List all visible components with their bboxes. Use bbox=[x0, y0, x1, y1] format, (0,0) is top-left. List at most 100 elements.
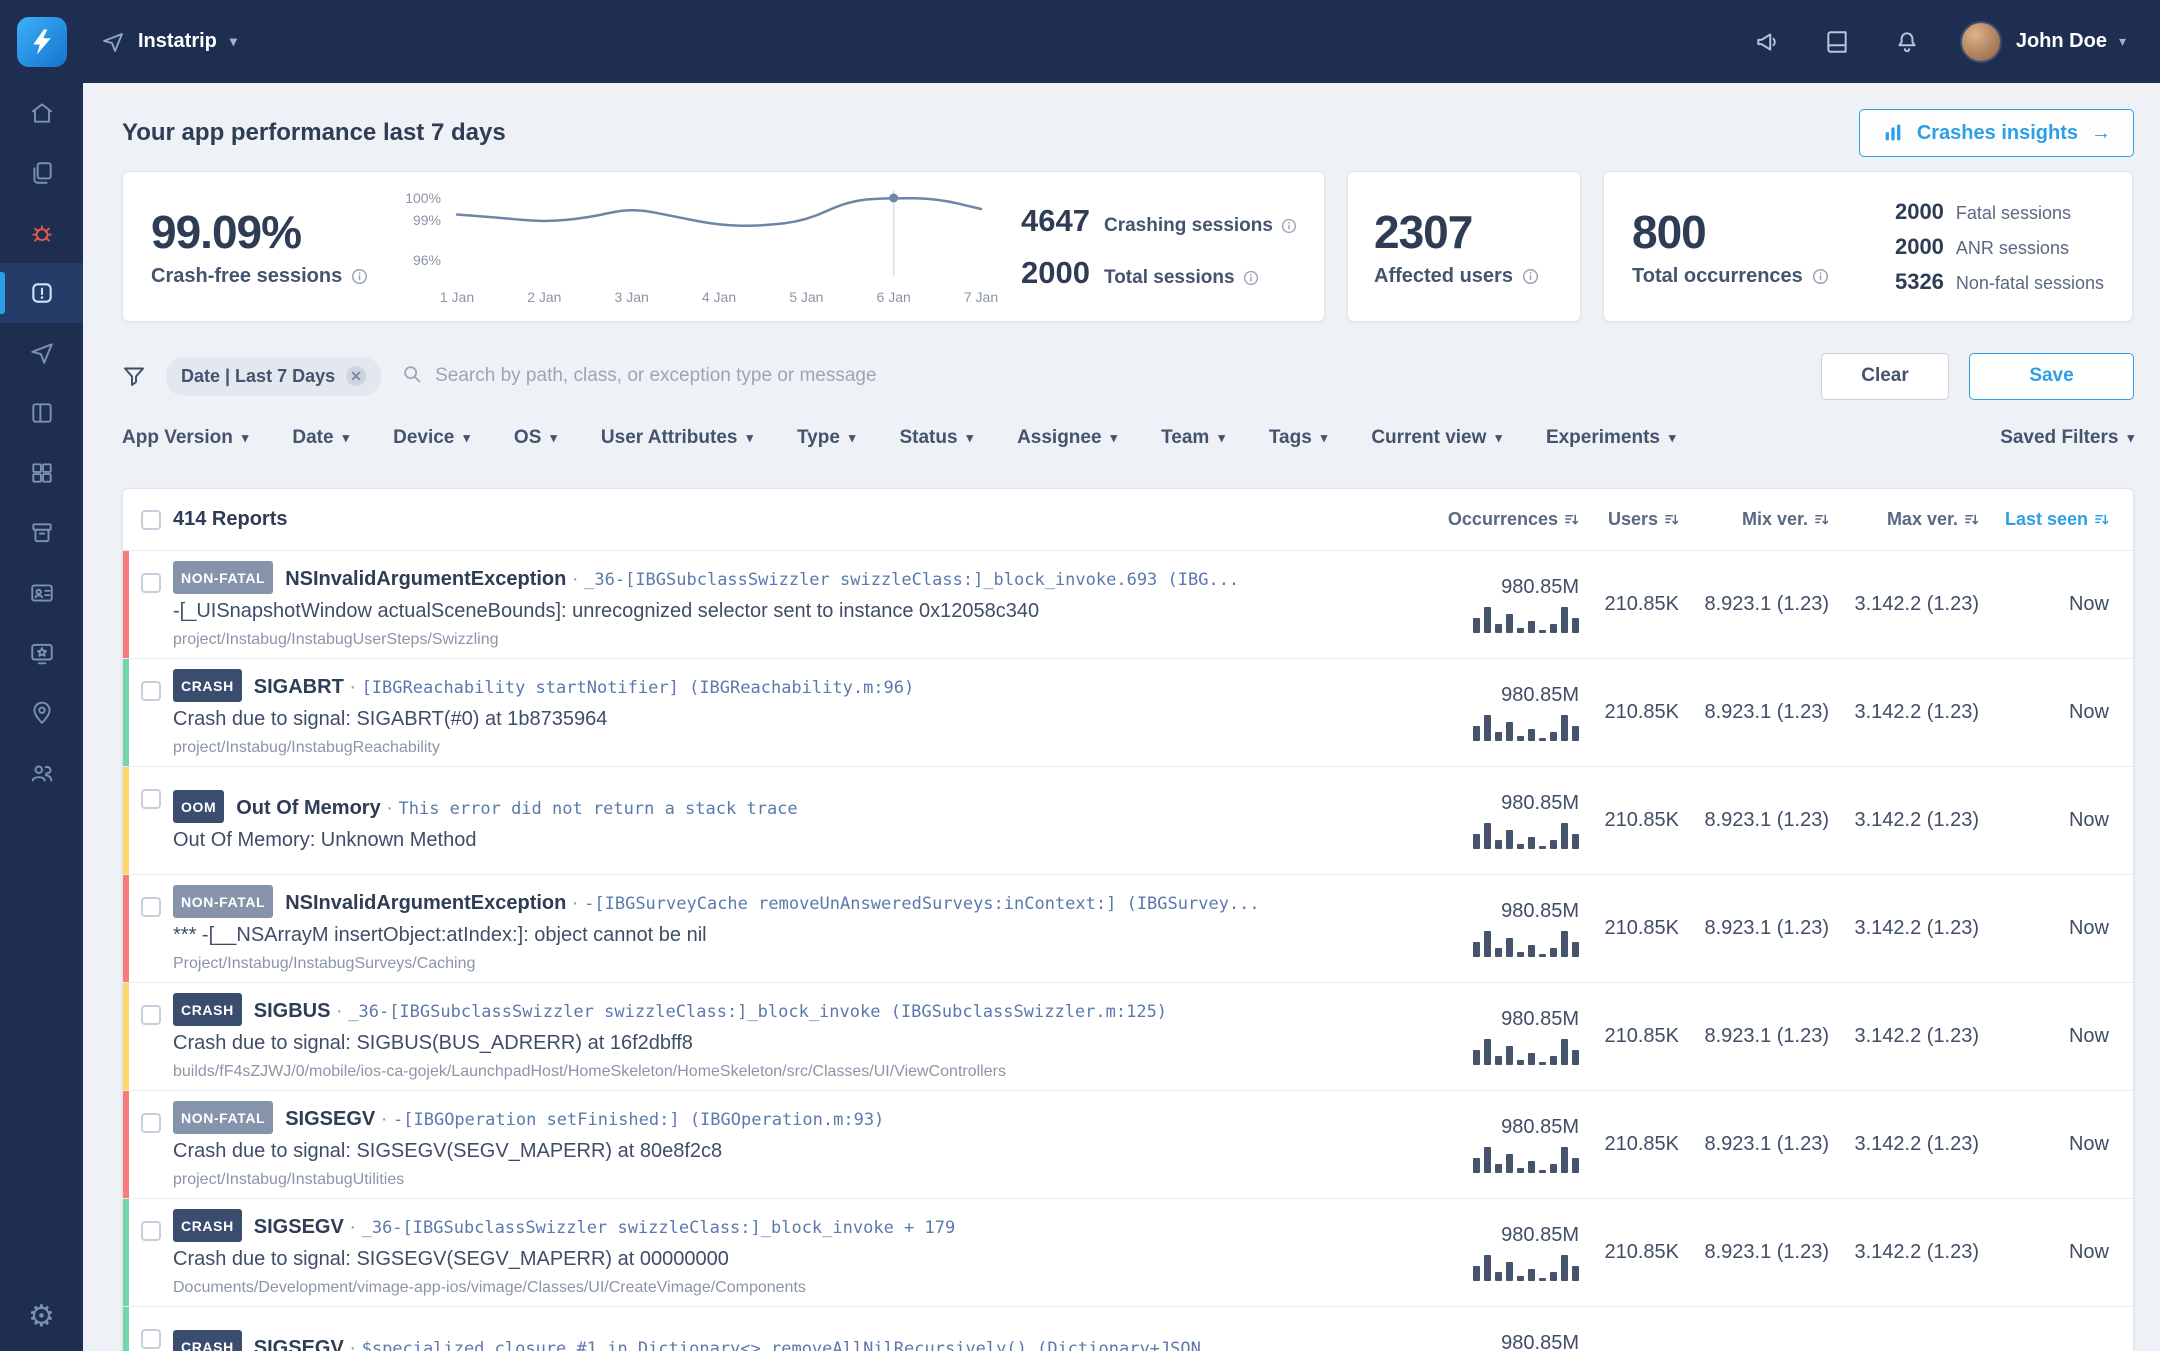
occurrences-value: 980.85M bbox=[1501, 1224, 1579, 1246]
column-header-max-ver[interactable]: Max ver. bbox=[1829, 509, 1979, 530]
saved-filters-dropdown[interactable]: Saved Filters ▾ bbox=[2000, 427, 2134, 449]
save-button[interactable]: Save bbox=[1969, 352, 2134, 400]
report-title: SIGBUS bbox=[253, 999, 331, 1022]
filter-dropdown[interactable]: Device ▾ bbox=[393, 427, 470, 449]
sidebar-item-settings[interactable]: ⚙ bbox=[0, 1287, 83, 1347]
row-checkbox[interactable] bbox=[141, 789, 161, 809]
search-input[interactable] bbox=[435, 365, 1801, 387]
row-checkbox[interactable] bbox=[141, 681, 161, 701]
info-icon[interactable] bbox=[1281, 218, 1297, 234]
filter-dropdown[interactable]: Team ▾ bbox=[1161, 427, 1225, 449]
table-row[interactable]: NON-FATAL NSInvalidArgumentException · _3… bbox=[123, 550, 2133, 658]
filter-dropdown[interactable]: User Attributes ▾ bbox=[601, 427, 753, 449]
filter-funnel-icon[interactable] bbox=[122, 364, 146, 388]
column-header-users[interactable]: Users bbox=[1579, 509, 1679, 530]
filter-dropdown[interactable]: Date ▾ bbox=[292, 427, 349, 449]
occurrences-cell: 980.85M bbox=[1409, 684, 1579, 741]
column-header-last-seen[interactable]: Last seen bbox=[1979, 509, 2109, 530]
table-row[interactable]: NON-FATAL SIGSEGV · -[IBGOperation setFin… bbox=[123, 1090, 2133, 1198]
info-icon[interactable] bbox=[1243, 270, 1259, 286]
sidebar-item-users[interactable] bbox=[0, 563, 83, 623]
row-checkbox[interactable] bbox=[141, 1221, 161, 1241]
row-checkbox[interactable] bbox=[141, 1005, 161, 1025]
sidebar-item-home[interactable] bbox=[0, 83, 83, 143]
report-location: -[IBGOperation setFinished:] (IBGOperati… bbox=[393, 1109, 885, 1130]
info-icon[interactable] bbox=[1522, 268, 1539, 285]
report-title: Out Of Memory bbox=[236, 796, 381, 819]
severity-stripe bbox=[123, 1091, 129, 1198]
filter-dropdown[interactable]: Type ▾ bbox=[797, 427, 855, 449]
screen-star-icon bbox=[30, 643, 53, 665]
occurrences-value: 980.85M bbox=[1501, 900, 1579, 922]
table-row[interactable]: CRASH SIGABRT · [IBGReachability startNot… bbox=[123, 658, 2133, 766]
row-checkbox[interactable] bbox=[141, 573, 161, 593]
report-title: SIGSEGV bbox=[253, 1336, 344, 1351]
row-checkbox[interactable] bbox=[141, 897, 161, 917]
crash-alert-icon bbox=[31, 283, 52, 303]
column-header-occurrences[interactable]: Occurrences bbox=[1409, 509, 1579, 530]
report-summary: CRASH SIGSEGV · _36-[IBGSubclassSwizzler … bbox=[173, 1208, 1409, 1297]
chevron-down-icon: ▾ bbox=[1110, 430, 1118, 445]
severity-stripe bbox=[123, 767, 129, 874]
sidebar-item-surveys[interactable] bbox=[0, 323, 83, 383]
sidebar-item-integrations[interactable] bbox=[0, 443, 83, 503]
sort-icon bbox=[1815, 514, 1829, 525]
table-row[interactable]: NON-FATAL NSInvalidArgumentException · -[… bbox=[123, 874, 2133, 982]
last-seen-value: Now bbox=[2068, 809, 2109, 831]
occurrences-sparkline bbox=[1473, 1039, 1579, 1065]
column-header-mix-ver[interactable]: Mix ver. bbox=[1679, 509, 1829, 530]
filter-dropdown[interactable]: Tags ▾ bbox=[1269, 427, 1327, 449]
report-title: NSInvalidArgumentException bbox=[285, 567, 567, 590]
announcements-icon[interactable] bbox=[1754, 29, 1780, 55]
crashes-insights-button[interactable]: Crashes insights → bbox=[1858, 109, 2134, 157]
report-location: $specialized closure #1 in Dictionary<>.… bbox=[361, 1338, 1242, 1351]
report-path: builds/fF4sZJWJ/0/mobile/ios-ca-gojek/La… bbox=[173, 1062, 1006, 1080]
fatal-sessions-value: 2000 bbox=[1894, 198, 1944, 224]
sidebar-item-bug-reporting[interactable] bbox=[0, 203, 83, 263]
occurrences-sparkline bbox=[1473, 1147, 1579, 1173]
filter-dropdown[interactable]: App Version ▾ bbox=[122, 427, 248, 449]
table-row[interactable]: OOM Out Of Memory · This error did not re… bbox=[123, 766, 2133, 874]
crash-free-metric: 99.09% Crash-free sessions bbox=[151, 205, 381, 288]
filter-dropdown[interactable]: Experiments ▾ bbox=[1546, 427, 1676, 449]
dot-separator: · bbox=[375, 1107, 394, 1130]
row-checkbox[interactable] bbox=[141, 1113, 161, 1133]
close-icon[interactable]: ✕ bbox=[346, 366, 367, 386]
filter-dropdown[interactable]: Current view ▾ bbox=[1371, 427, 1502, 449]
app-switcher[interactable]: Instatrip ▾ bbox=[101, 30, 237, 54]
user-menu[interactable]: John Doe ▾ bbox=[1959, 20, 2126, 63]
sidebar-item-sessions[interactable] bbox=[0, 623, 83, 683]
notifications-bell-icon[interactable] bbox=[1894, 29, 1920, 55]
filter-dropdown[interactable]: Status ▾ bbox=[899, 427, 973, 449]
row-checkbox[interactable] bbox=[141, 1329, 161, 1349]
users-value: 210.85K bbox=[1604, 701, 1679, 723]
sidebar-item-team[interactable] bbox=[0, 743, 83, 803]
brand-logo[interactable] bbox=[17, 16, 67, 67]
report-location: -[IBGSurveyCache removeUnAnsweredSurveys… bbox=[584, 893, 1260, 914]
sidebar-item-reports[interactable] bbox=[0, 143, 83, 203]
crashing-sessions-metric: 4647 Crashing sessions bbox=[1018, 203, 1298, 239]
severity-badge: CRASH bbox=[173, 992, 242, 1026]
date-filter-chip[interactable]: Date | Last 7 Days ✕ bbox=[166, 356, 382, 396]
filter-dropdown[interactable]: OS ▾ bbox=[514, 427, 557, 449]
total-sessions-metric: 2000 Total sessions bbox=[1018, 255, 1298, 291]
table-row[interactable]: CRASH SIGSEGV · _36-[IBGSubclassSwizzler … bbox=[123, 1198, 2133, 1306]
occurrences-cell: 980.85M bbox=[1409, 576, 1579, 633]
select-all-checkbox[interactable] bbox=[141, 509, 161, 530]
sidebar-item-geo[interactable] bbox=[0, 683, 83, 743]
trend-svg bbox=[455, 190, 983, 276]
filter-dropdown[interactable]: Assignee ▾ bbox=[1017, 427, 1117, 449]
sidebar-item-releases[interactable] bbox=[0, 503, 83, 563]
table-row[interactable]: CRASH SIGBUS · _36-[IBGSubclassSwizzler s… bbox=[123, 982, 2133, 1090]
sidebar-item-crashes[interactable] bbox=[0, 263, 83, 323]
mix-ver-value: 8.923.1 (1.23) bbox=[1704, 1025, 1829, 1047]
report-title: SIGSEGV bbox=[253, 1215, 344, 1238]
clear-button[interactable]: Clear bbox=[1821, 352, 1949, 400]
table-row[interactable]: CRASH SIGSEGV · $specialized closure #1 i… bbox=[123, 1306, 2133, 1351]
stats-cards: 99.09% Crash-free sessions 100%99%96% bbox=[122, 171, 2134, 322]
docs-book-icon[interactable] bbox=[1824, 29, 1850, 55]
info-icon[interactable] bbox=[351, 268, 368, 285]
mix-ver-value: 8.923.1 (1.23) bbox=[1704, 1241, 1829, 1263]
info-icon[interactable] bbox=[1812, 268, 1829, 285]
sidebar-item-features[interactable] bbox=[0, 383, 83, 443]
